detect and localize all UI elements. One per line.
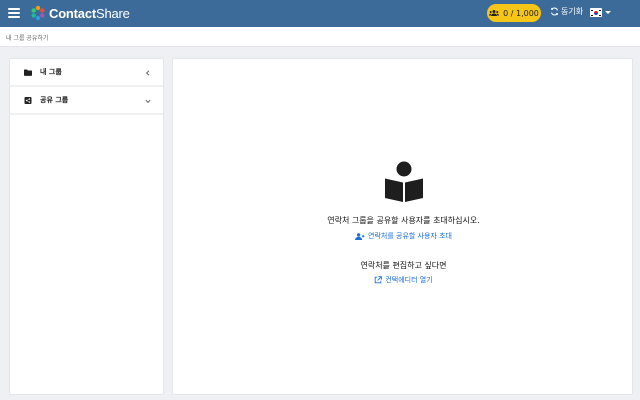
sidebar-item-my-groups[interactable]: 내 그룹	[10, 59, 163, 87]
sync-icon	[550, 7, 559, 16]
sync-button[interactable]: 동기화	[550, 6, 583, 17]
app-logo[interactable]: ContactShare	[30, 5, 130, 21]
main-panel: 연락처 그룹을 공유할 사용자를 초대하십시오. 연락처를 공유할 사용자 초대…	[172, 58, 633, 395]
caret-down-icon	[605, 11, 611, 14]
top-bar: ContactShare 0 / 1,000 동기화	[0, 0, 640, 27]
breadcrumb: 내 그룹 공유하기	[6, 35, 49, 42]
logo-text: ContactShare	[49, 5, 130, 21]
folder-icon	[24, 69, 32, 76]
invite-message: 연락처 그룹을 공유할 사용자를 초대하십시오.	[327, 216, 480, 225]
external-link-icon	[375, 276, 383, 284]
sidebar-item-label: 내 그룹	[40, 68, 62, 76]
counter-text: 0 / 1,000	[503, 8, 539, 18]
sync-label: 동기화	[561, 7, 584, 16]
invite-user-link[interactable]: 연락처를 공유할 사용자 초대	[173, 231, 634, 241]
edit-link-label: 컨택에디터 열기	[385, 276, 433, 284]
chevron-left-icon	[145, 70, 150, 76]
sidebar-item-label: 공유 그룹	[40, 96, 69, 104]
edit-message: 연락처를 편집하고 싶다면	[360, 261, 447, 270]
users-icon	[489, 10, 500, 16]
breadcrumb-bar: 내 그룹 공유하기	[0, 27, 640, 47]
logo-mark-icon	[31, 5, 45, 21]
chevron-down-icon	[145, 99, 151, 104]
reader-icon	[385, 161, 423, 202]
sidebar-item-shared-groups[interactable]: 공유 그룹	[10, 87, 163, 115]
contact-counter-badge[interactable]: 0 / 1,000	[487, 4, 541, 22]
open-contact-editor-link[interactable]: 컨택에디터 열기	[173, 275, 634, 285]
menu-icon[interactable]	[8, 7, 20, 19]
language-selector[interactable]	[590, 8, 611, 17]
sidebar: 내 그룹 공유 그룹	[9, 58, 164, 395]
user-plus-icon	[355, 232, 365, 240]
korea-flag-icon	[590, 8, 602, 17]
invite-link-label: 연락처를 공유할 사용자 초대	[368, 232, 452, 240]
share-icon	[24, 96, 32, 104]
